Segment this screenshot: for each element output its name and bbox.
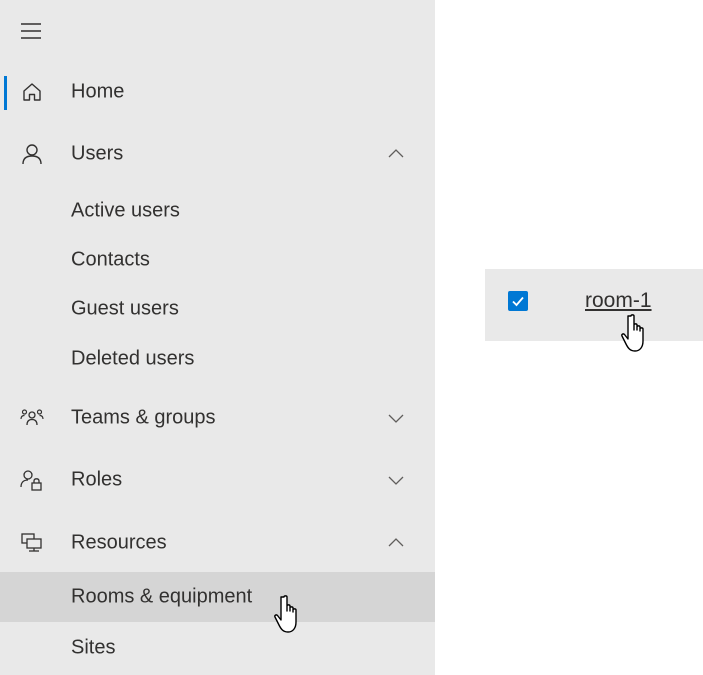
room-name-link[interactable]: room-1	[585, 289, 652, 313]
left-navigation: Home Users Active users Contacts Guest u…	[0, 0, 435, 675]
nav-subitem-label: Active users	[71, 199, 180, 222]
nav-item-label: Resources	[71, 531, 167, 554]
nav-subitem-label: Contacts	[71, 248, 150, 271]
nav-item-label: Teams & groups	[71, 406, 216, 429]
nav-subitem-label: Sites	[71, 636, 116, 659]
nav-item-home[interactable]: Home	[0, 68, 435, 116]
nav-subitem-label: Rooms & equipment	[71, 585, 253, 608]
people-team-icon	[20, 406, 44, 430]
page: Home Users Active users Contacts Guest u…	[0, 0, 703, 675]
nav-item-label: Home	[71, 80, 125, 103]
nav-item-resources[interactable]: Resources	[0, 519, 435, 567]
resources-icon	[20, 531, 44, 555]
nav-item-users[interactable]: Users	[0, 130, 435, 178]
nav-subitem-active-users[interactable]: Active users	[0, 187, 435, 235]
chevron-up-icon[interactable]	[386, 144, 406, 164]
person-lock-icon	[20, 468, 44, 492]
hand-cursor-icon	[617, 311, 651, 355]
nav-item-teams-groups[interactable]: Teams & groups	[0, 394, 435, 442]
nav-subitem-label: Guest users	[71, 297, 179, 320]
home-icon	[20, 80, 44, 104]
chevron-down-icon[interactable]	[386, 470, 406, 490]
nav-subitem-sites[interactable]: Sites	[0, 624, 435, 672]
person-icon	[20, 142, 44, 166]
nav-item-roles[interactable]: Roles	[0, 456, 435, 504]
room-list-row[interactable]: room-1	[485, 269, 703, 352]
nav-subitem-label: Deleted users	[71, 347, 195, 370]
row-checkbox[interactable]	[508, 291, 528, 311]
chevron-down-icon[interactable]	[386, 408, 406, 428]
nav-subitem-rooms-equipment[interactable]: Rooms & equipment	[0, 572, 435, 622]
nav-subitem-guest-users[interactable]: Guest users	[0, 285, 435, 333]
hand-cursor-icon	[270, 592, 304, 636]
hamburger-icon[interactable]	[20, 20, 42, 42]
nav-item-label: Roles	[71, 468, 123, 491]
nav-subitem-contacts[interactable]: Contacts	[0, 236, 435, 284]
nav-item-label: Users	[71, 142, 124, 165]
chevron-up-icon[interactable]	[386, 533, 406, 553]
nav-subitem-deleted-users[interactable]: Deleted users	[0, 335, 435, 383]
